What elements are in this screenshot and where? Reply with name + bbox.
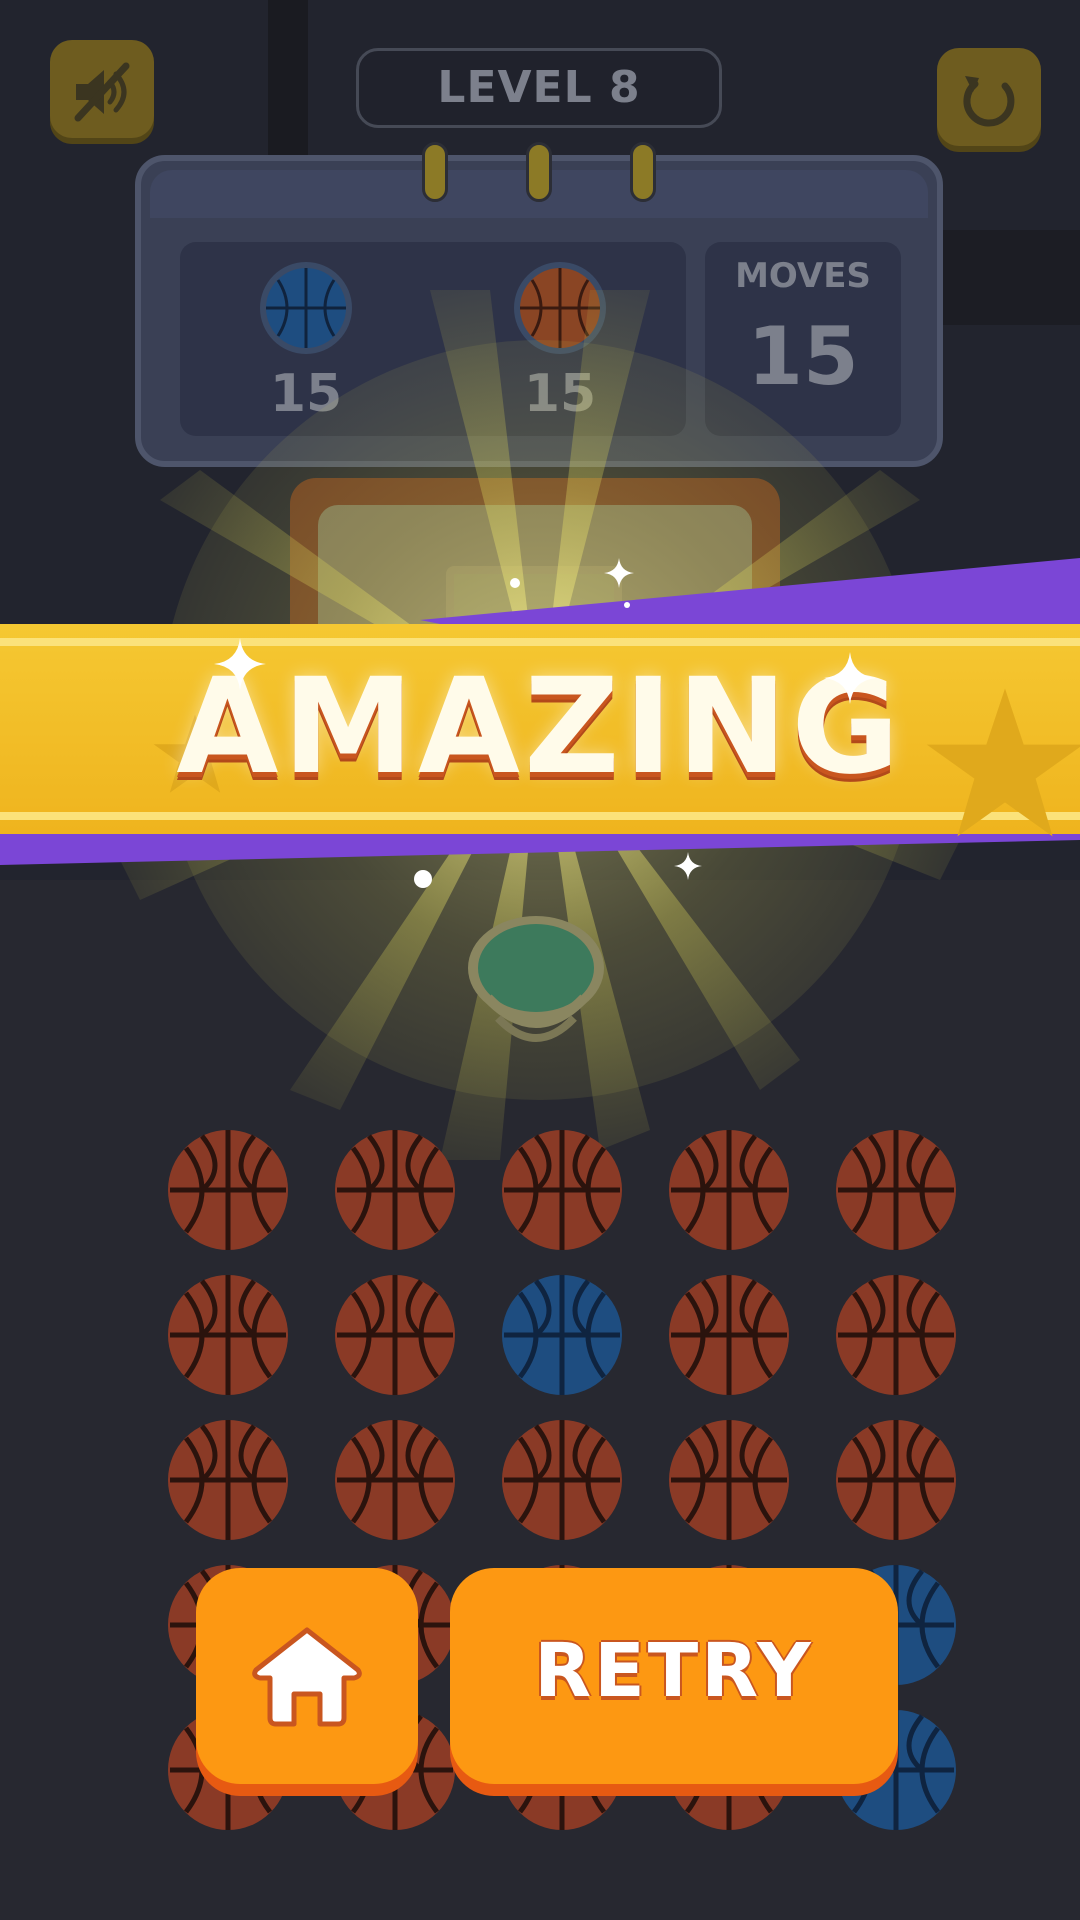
orange-basketball[interactable] <box>333 1273 457 1397</box>
orange-basketball[interactable] <box>333 1128 457 1252</box>
orange-basketball[interactable] <box>166 1128 290 1252</box>
orange-basketball[interactable] <box>667 1273 791 1397</box>
sparkle-icon <box>214 638 266 690</box>
blue-basketball[interactable] <box>500 1273 624 1397</box>
orange-basketball[interactable] <box>667 1418 791 1542</box>
retry-label: RETRY <box>534 1628 814 1714</box>
orange-basketball[interactable] <box>333 1418 457 1542</box>
orange-basketball[interactable] <box>834 1273 958 1397</box>
orange-basketball[interactable] <box>166 1418 290 1542</box>
orange-basketball[interactable] <box>166 1273 290 1397</box>
banner-text: AMAZING <box>176 650 904 804</box>
orange-basketball[interactable] <box>834 1418 958 1542</box>
sparkle-icon <box>674 852 702 880</box>
orange-basketball[interactable] <box>667 1128 791 1252</box>
hoop-net <box>468 916 604 1042</box>
orange-basketball[interactable] <box>500 1418 624 1542</box>
sparkle-dot <box>624 602 630 608</box>
sparkle-dot <box>414 870 432 888</box>
banner-stripe <box>0 638 1080 646</box>
sparkle-dot <box>510 578 520 588</box>
sparkle-icon <box>604 558 634 588</box>
orange-basketball[interactable] <box>834 1128 958 1252</box>
sparkle-icon <box>824 652 876 704</box>
home-icon <box>252 1627 362 1727</box>
orange-basketball[interactable] <box>500 1128 624 1252</box>
